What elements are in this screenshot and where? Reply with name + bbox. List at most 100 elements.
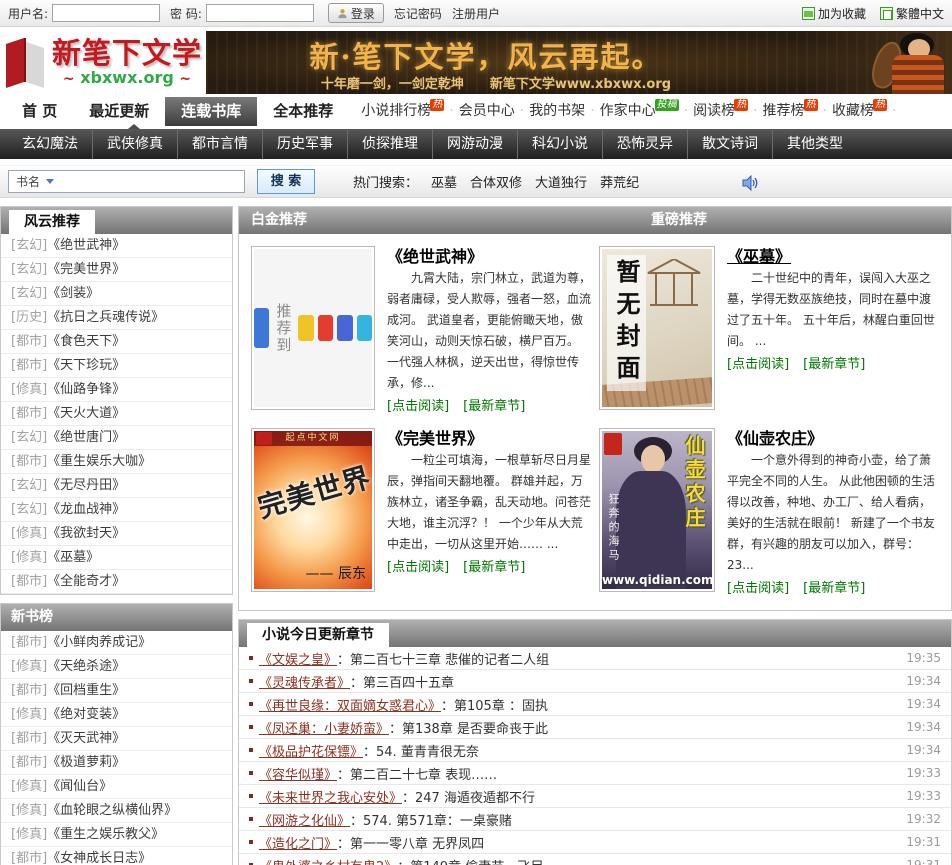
book-title[interactable]: 《完美世界》 xyxy=(387,428,591,450)
password-input[interactable] xyxy=(205,4,314,22)
book-title-link[interactable]: 《小鲜肉养成记》 xyxy=(47,635,151,650)
update-book-title[interactable]: 《鬼外婆之乡村有鬼2》 xyxy=(259,856,397,865)
nav-link-label[interactable]: 推荐榜 xyxy=(763,97,805,126)
read-link[interactable]: [点击阅读] xyxy=(387,556,449,575)
read-link[interactable]: [点击阅读] xyxy=(387,395,449,414)
nav-link-label[interactable]: 我的书架 xyxy=(529,97,585,126)
update-book-title[interactable]: 《灵魂传承者》 xyxy=(259,672,350,691)
latest-chapter-link[interactable]: [最新章节] xyxy=(463,556,525,575)
search-type-dropdown[interactable]: 书名 xyxy=(9,173,61,190)
updates-tab[interactable]: 小说今日更新章节 xyxy=(247,623,389,647)
book-title-link[interactable]: 《抗日之兵魂传说》 xyxy=(47,310,164,325)
category-item[interactable]: 网游动漫 xyxy=(432,129,517,159)
latest-chapter-link[interactable]: [最新章节] xyxy=(803,353,865,372)
list-item[interactable]: [都市]《小鲜肉养成记》 xyxy=(1,631,232,655)
update-book-title[interactable]: 《造化之门》 xyxy=(259,833,337,852)
book-title-link[interactable]: 《食色天下》 xyxy=(47,334,125,349)
list-item[interactable]: [玄幻]《完美世界》 xyxy=(1,258,232,282)
list-item[interactable]: [玄幻]《剑装》 xyxy=(1,282,232,306)
book-title-link[interactable]: 《巫墓》 xyxy=(47,550,99,565)
latest-chapter-link[interactable]: [最新章节] xyxy=(463,395,525,414)
book-title-link[interactable]: 《我欲封天》 xyxy=(47,526,125,541)
search-input[interactable]: 书名 xyxy=(8,170,245,193)
hot-keyword[interactable]: 大道独行 xyxy=(535,172,587,191)
list-item[interactable]: [修真]《巫墓》 xyxy=(1,546,232,570)
list-item[interactable]: [都市]《全能奇才》 xyxy=(1,570,232,594)
update-row[interactable]: 《极品护花保镖》 ：54. 董青青很无奈 19:34 xyxy=(239,739,951,762)
list-item[interactable]: [都市]《天火大道》 xyxy=(1,402,232,426)
list-item[interactable]: [玄幻]《龙血战神》 xyxy=(1,498,232,522)
nav-link[interactable]: 收藏榜 热 · xyxy=(832,97,901,126)
book-title-link[interactable]: 《重生娱乐大咖》 xyxy=(47,454,151,469)
update-row[interactable]: 《文娱之皇》 ：第二百七十三章 悲催的记者二人组 19:35 xyxy=(239,647,951,670)
book-title-link[interactable]: 《绝世唐门》 xyxy=(47,430,125,445)
book-title-link[interactable]: 《天绝杀途》 xyxy=(47,659,125,674)
book-title-link[interactable]: 《完美世界》 xyxy=(47,262,125,277)
hot-keyword[interactable]: 巫墓 xyxy=(431,172,457,191)
update-row[interactable]: 《网游之化仙》 ：574. 第571章：一桌豪赌 19:32 xyxy=(239,808,951,831)
nav-tab[interactable]: 连载书库 xyxy=(165,97,258,126)
book-title-link[interactable]: 《重生之娱乐教父》 xyxy=(47,827,164,842)
search-button[interactable]: 搜 索 xyxy=(257,169,315,194)
update-book-title[interactable]: 《容华似瑾》 xyxy=(259,764,337,783)
site-logo[interactable]: 新笔下文学 ~ xbxwx.org ~ xyxy=(0,27,206,97)
register-link[interactable]: 注册用户 xyxy=(452,5,500,22)
list-item[interactable]: [玄幻]《绝世唐门》 xyxy=(1,426,232,450)
category-item[interactable]: 科幻小说 xyxy=(517,129,602,159)
book-title-link[interactable]: 《无尽丹田》 xyxy=(47,478,125,493)
speaker-icon[interactable] xyxy=(742,175,759,191)
nav-link[interactable]: 小说排行榜 热 · xyxy=(361,97,458,126)
list-item[interactable]: [修真]《我欲封天》 xyxy=(1,522,232,546)
update-row[interactable]: 《未来世界之我心安处》 ：247 海遁夜遁都不行 19:33 xyxy=(239,785,951,808)
book-title-link[interactable]: 《灭天武神》 xyxy=(47,731,125,746)
category-item[interactable]: 散文诗词 xyxy=(687,129,772,159)
nav-tab[interactable]: 最近更新 xyxy=(73,97,165,126)
list-item[interactable]: [修真]《仙路争锋》 xyxy=(1,378,232,402)
update-row[interactable]: 《鬼外婆之乡村有鬼2》 ：第149章 偷妻节，飞尸 19:31 xyxy=(239,854,951,865)
update-book-title[interactable]: 《再世良缘：双面嫡女惑君心》 xyxy=(259,695,441,714)
book-title-link[interactable]: 《血轮眼之纵横仙界》 xyxy=(47,803,177,818)
update-row[interactable]: 《凤还巢：小妻娇蛮》 ：第138章 是否要命丧于此 19:34 xyxy=(239,716,951,739)
nav-link[interactable]: 推荐榜 热 · xyxy=(763,97,832,126)
category-item[interactable]: 玄幻魔法 xyxy=(8,129,92,159)
book-title-link[interactable]: 《绝世武神》 xyxy=(47,238,125,253)
category-item[interactable]: 侦探推理 xyxy=(347,129,432,159)
read-link[interactable]: [点击阅读] xyxy=(727,353,789,372)
book-title[interactable]: 《仙壶农庄》 xyxy=(727,428,939,450)
list-item[interactable]: [都市]《极道萝莉》 xyxy=(1,751,232,775)
book-cover[interactable]: 推荐到 xyxy=(251,246,375,410)
nav-tab[interactable]: 全本推荐 xyxy=(257,97,349,126)
update-row[interactable]: 《灵魂传承者》 ：第三百四十五章 19:34 xyxy=(239,670,951,693)
list-item[interactable]: [都市]《重生娱乐大咖》 xyxy=(1,450,232,474)
list-item[interactable]: [玄幻]《绝世武神》 xyxy=(1,234,232,258)
category-item[interactable]: 武侠修真 xyxy=(92,129,177,159)
book-title[interactable]: 《巫墓》 xyxy=(727,246,939,268)
list-item[interactable]: [都市]《灭天武神》 xyxy=(1,727,232,751)
book-title-link[interactable]: 《剑装》 xyxy=(47,286,99,301)
list-item[interactable]: [都市]《食色天下》 xyxy=(1,330,232,354)
book-title[interactable]: 《绝世武神》 xyxy=(387,246,591,268)
nav-link[interactable]: 阅读榜 热 · xyxy=(693,97,762,126)
add-favorite-link[interactable]: 加为收藏 xyxy=(801,5,866,22)
book-title-link[interactable]: 《女神成长日志》 xyxy=(47,851,151,865)
read-link[interactable]: [点击阅读] xyxy=(727,577,789,596)
update-book-title[interactable]: 《文娱之皇》 xyxy=(259,649,337,668)
login-button[interactable]: 登录 xyxy=(327,3,384,23)
update-book-title[interactable]: 《凤还巢：小妻娇蛮》 xyxy=(259,718,389,737)
book-cover[interactable]: 仙壶农庄 狂奔的海马 www.qidian.com xyxy=(599,428,715,592)
category-item[interactable]: 都市言情 xyxy=(177,129,262,159)
category-item[interactable]: 历史军事 xyxy=(262,129,347,159)
list-item[interactable]: [都市]《天下珍玩》 xyxy=(1,354,232,378)
book-title-link[interactable]: 《绝对变装》 xyxy=(47,707,125,722)
latest-chapter-link[interactable]: [最新章节] xyxy=(803,577,865,596)
update-row[interactable]: 《容华似瑾》 ：第二百二十七章 表现…… 19:33 xyxy=(239,762,951,785)
nav-tab[interactable]: 首 页 xyxy=(6,97,73,126)
list-item[interactable]: [修真]《天绝杀途》 xyxy=(1,655,232,679)
update-book-title[interactable]: 《未来世界之我心安处》 xyxy=(259,787,402,806)
book-title-link[interactable]: 《仙路争锋》 xyxy=(47,382,125,397)
list-item[interactable]: [修真]《绝对变装》 xyxy=(1,703,232,727)
book-title-link[interactable]: 《回档重生》 xyxy=(47,683,125,698)
hot-keyword[interactable]: 莽荒纪 xyxy=(600,172,639,191)
book-title-link[interactable]: 《全能奇才》 xyxy=(47,574,125,589)
hot-keyword[interactable]: 合体双修 xyxy=(470,172,522,191)
